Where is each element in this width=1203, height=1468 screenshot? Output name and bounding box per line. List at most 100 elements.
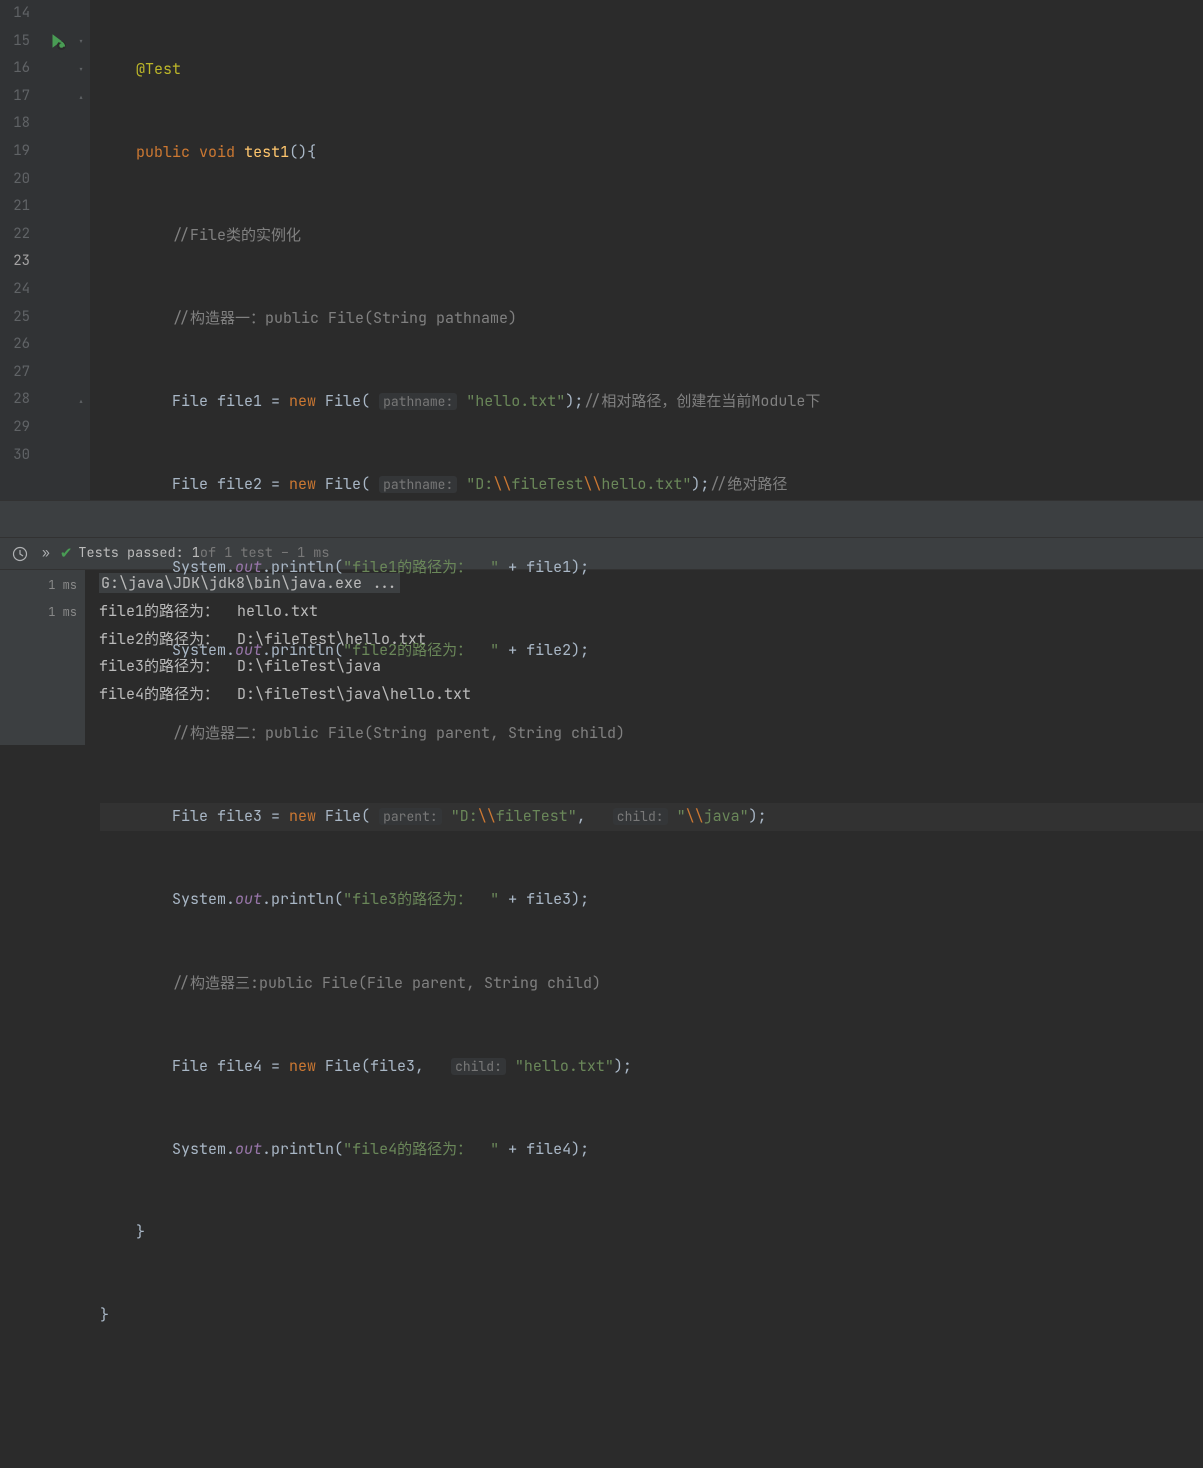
ident-token: File file1 = <box>172 391 289 411</box>
line-number: 24 <box>0 276 30 304</box>
line-number: 17 <box>0 83 30 111</box>
line-number: 15 <box>0 28 30 56</box>
test-duration: 1 ms <box>0 572 77 599</box>
ident-token: ); <box>749 806 767 826</box>
comment-token: //构造器一：public File(String pathname) <box>172 308 517 328</box>
string-token: "hello.txt" <box>515 1056 614 1076</box>
param-hint: parent: <box>379 808 442 825</box>
comment-token: //File类的实例化 <box>172 225 301 245</box>
code-editor[interactable]: 14 15 16 17 18 19 20 21 22 23 24 25 26 2… <box>0 0 1203 500</box>
code-line: //构造器二：public File(String parent, String… <box>100 720 1203 748</box>
keyword-token: new <box>289 391 316 411</box>
brace-token: } <box>100 1305 109 1325</box>
param-hint: pathname: <box>379 393 457 410</box>
code-line: public void test1(){ <box>100 139 1203 167</box>
ident-token: File( <box>316 806 370 826</box>
string-token: "D: <box>451 806 478 826</box>
line-number-gutter: 14 15 16 17 18 19 20 21 22 23 24 25 26 2… <box>0 0 40 500</box>
keyword-token: new <box>289 806 316 826</box>
field-token: out <box>235 889 262 909</box>
line-number: 22 <box>0 221 30 249</box>
line-number: 26 <box>0 331 30 359</box>
fold-close-icon[interactable]: ▴ <box>78 393 84 412</box>
ident-token: .println( <box>262 889 343 909</box>
string-token: java" <box>704 806 749 826</box>
ident-token: ); <box>691 474 709 494</box>
ident-token: System. <box>172 1139 235 1159</box>
expand-icon[interactable]: » <box>42 541 50 565</box>
field-token: out <box>235 1139 262 1159</box>
line-number: 16 <box>0 55 30 83</box>
method-token: test1 <box>244 142 289 162</box>
ident-token: File( <box>316 474 370 494</box>
escape-token: \\ <box>478 806 496 826</box>
line-number: 25 <box>0 304 30 332</box>
ident-token: System. <box>172 640 235 660</box>
code-line: //File类的实例化 <box>100 222 1203 250</box>
line-number: 27 <box>0 359 30 387</box>
string-token: " <box>677 806 686 826</box>
ident-token: File file2 = <box>172 474 289 494</box>
ident-token: + file2); <box>499 640 589 660</box>
escape-token: \\ <box>493 474 511 494</box>
ident-token: File file3 = <box>172 806 289 826</box>
line-number: 29 <box>0 414 30 442</box>
ident-token: .println( <box>262 557 343 577</box>
line-number: 14 <box>0 0 30 28</box>
comment-token: //构造器三:public File(File parent, String c… <box>172 973 601 993</box>
check-icon: ✔ <box>60 540 73 568</box>
param-hint: child: <box>451 1058 506 1075</box>
fold-open-icon[interactable]: ▾ <box>78 33 84 52</box>
ident-token: .println( <box>262 1139 343 1159</box>
param-hint: child: <box>613 808 668 825</box>
string-token: fileTest <box>511 474 583 494</box>
string-token: "file3的路径为： " <box>343 889 499 909</box>
ident-token: File(file3, <box>316 1056 442 1076</box>
fold-open-icon[interactable]: ▾ <box>78 61 84 80</box>
code-line: System.out.println("file3的路径为： " + file3… <box>100 886 1203 914</box>
ident-token: System. <box>172 557 235 577</box>
code-line: System.out.println("file1的路径为： " + file1… <box>100 554 1203 582</box>
code-line: //构造器三:public File(File parent, String c… <box>100 970 1203 998</box>
line-number: 19 <box>0 138 30 166</box>
line-number: 30 <box>0 442 30 470</box>
brace-token: } <box>136 1222 145 1242</box>
line-number: 18 <box>0 110 30 138</box>
line-number: 21 <box>0 193 30 221</box>
code-line-current: File file3 = new File( parent: "D:\\file… <box>100 803 1203 831</box>
gutter-icon-area: ▾ ▾ ▴ ▴ <box>40 0 90 500</box>
code-line: //构造器一：public File(String pathname) <box>100 305 1203 333</box>
code-line: } <box>100 1302 1203 1330</box>
string-token: "file1的路径为： " <box>343 557 499 577</box>
escape-token: \\ <box>686 806 704 826</box>
code-content[interactable]: @Test public void test1(){ //File类的实例化 /… <box>90 0 1203 500</box>
line-number: 28 <box>0 386 30 414</box>
string-token: "file4的路径为： " <box>343 1139 499 1159</box>
ident-token: + file1); <box>499 557 589 577</box>
string-token: "D: <box>466 474 493 494</box>
comment-token: //绝对路径 <box>709 474 787 494</box>
line-number: 20 <box>0 166 30 194</box>
annotation-token: @Test <box>136 59 181 79</box>
string-token: hello.txt" <box>601 474 691 494</box>
fold-close-icon[interactable]: ▴ <box>78 89 84 108</box>
code-line: File file2 = new File( pathname: "D:\\fi… <box>100 471 1203 499</box>
run-test-icon[interactable] <box>48 30 66 60</box>
ident-token: ); <box>614 1056 632 1076</box>
ident-token: + file3); <box>499 889 589 909</box>
code-line: System.out.println("file4的路径为： " + file4… <box>100 1136 1203 1164</box>
field-token: out <box>235 557 262 577</box>
ident-token: , <box>577 806 604 826</box>
test-duration: 1 ms <box>0 599 77 626</box>
keyword-token: public <box>136 142 190 162</box>
param-hint: pathname: <box>379 476 457 493</box>
code-line: File file4 = new File(file3, child: "hel… <box>100 1053 1203 1081</box>
comment-token: //构造器二：public File(String parent, String… <box>172 723 625 743</box>
history-icon[interactable] <box>8 542 32 566</box>
string-token: "file2的路径为： " <box>343 640 499 660</box>
test-tree-sidebar[interactable]: 1 ms 1 ms <box>0 570 85 745</box>
keyword-token: new <box>289 1056 316 1076</box>
code-line: System.out.println("file2的路径为： " + file2… <box>100 637 1203 665</box>
code-line: @Test <box>100 56 1203 84</box>
code-line: } <box>100 1219 1203 1247</box>
